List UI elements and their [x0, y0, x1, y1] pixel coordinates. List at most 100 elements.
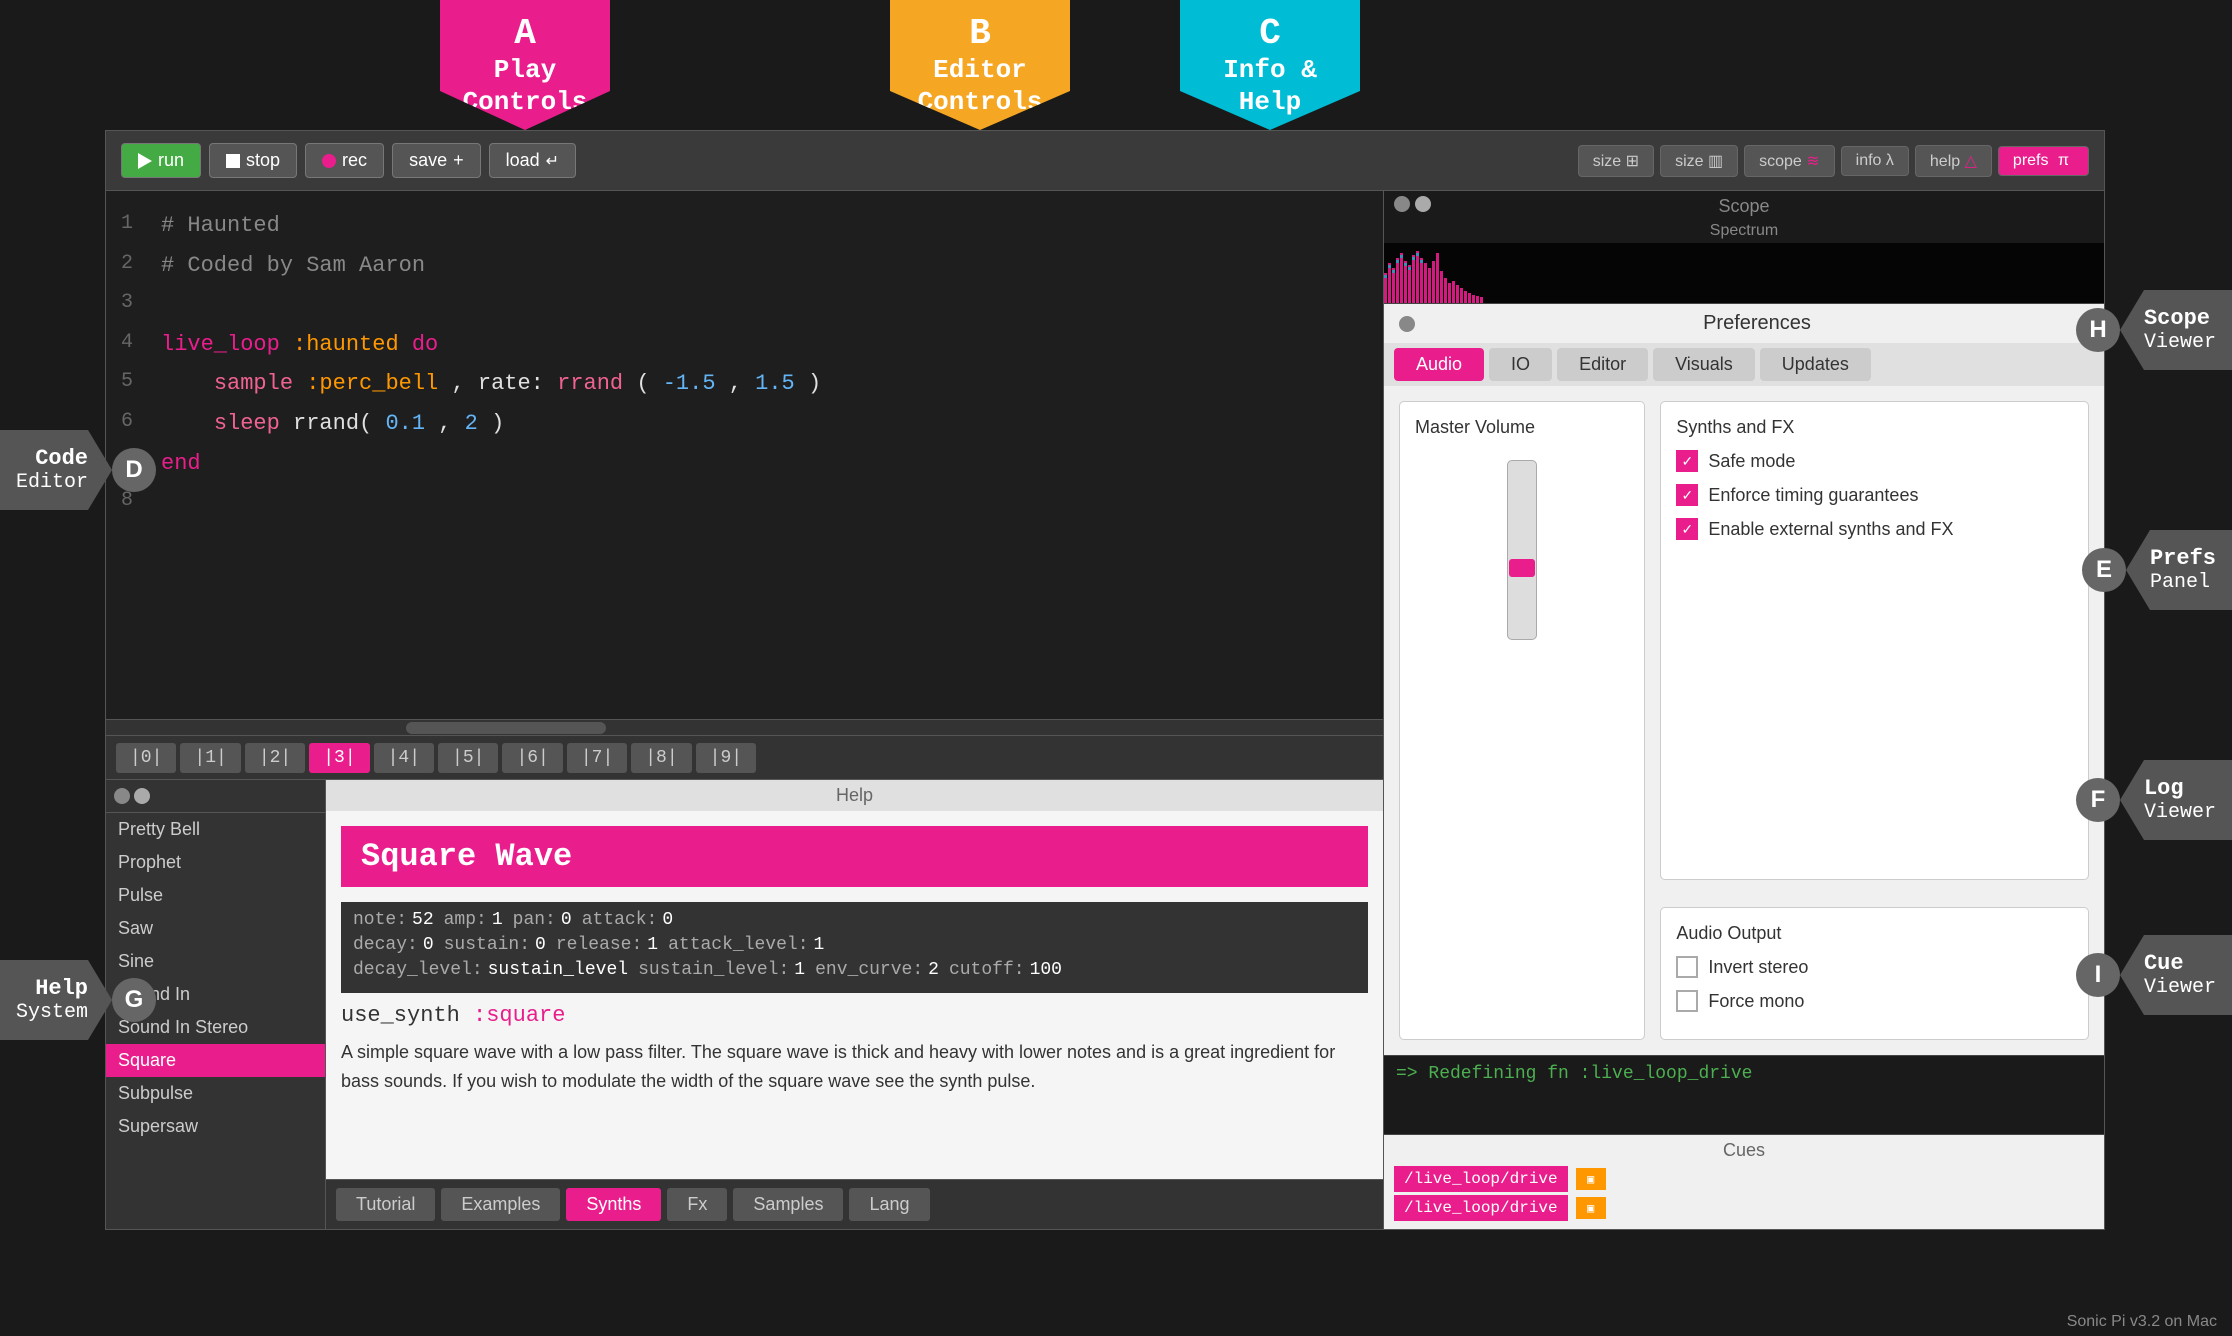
code-area[interactable]: 1 # Haunted 2 # Coded by Sam Aaron 3 4 l…	[106, 191, 1383, 719]
rec-button[interactable]: rec	[305, 143, 384, 178]
force-mono-checkbox[interactable]	[1676, 990, 1698, 1012]
right-panel: Scope Spectrum	[1384, 191, 2104, 1229]
code-editor: 1 # Haunted 2 # Coded by Sam Aaron 3 4 l…	[106, 191, 1384, 1229]
scope-viewer: Scope Spectrum	[1384, 191, 2104, 304]
toolbar: run stop rec save + load ↵ size ⊞ size ▥	[106, 131, 2104, 191]
code-scrollbar[interactable]	[106, 719, 1383, 735]
log-viewer: => Redefining fn :live_loop_drive	[1384, 1055, 2104, 1135]
master-volume-label: Master Volume	[1415, 417, 1629, 438]
scope-button[interactable]: scope ≋	[1744, 145, 1835, 177]
log-entry: => Redefining fn :live_loop_drive	[1396, 1064, 2092, 1084]
tab-2[interactable]: |2|	[245, 743, 305, 773]
tab-8[interactable]: |8|	[631, 743, 691, 773]
audio-output-label: Audio Output	[1676, 923, 2073, 944]
spectrum-label: Spectrum	[1384, 222, 2104, 243]
annotation-e: E Prefs Panel	[2082, 530, 2232, 610]
arrow-b: B EditorControls	[890, 0, 1070, 130]
annotation-d: Code Editor D	[0, 430, 156, 510]
prefs-tab-editor[interactable]: Editor	[1557, 348, 1648, 381]
load-icon: ↵	[546, 151, 559, 171]
help-tab-samples[interactable]: Samples	[733, 1188, 843, 1221]
volume-handle[interactable]	[1509, 559, 1535, 577]
version-text: Sonic Pi v3.2 on Mac	[2067, 1313, 2217, 1331]
external-synths-checkbox[interactable]	[1676, 518, 1698, 540]
scope-close-btn[interactable]	[1394, 196, 1410, 212]
tab-5[interactable]: |5|	[438, 743, 498, 773]
checkbox-safe-mode: Safe mode	[1676, 450, 2073, 472]
prefs-tab-updates[interactable]: Updates	[1760, 348, 1871, 381]
tab-6[interactable]: |6|	[502, 743, 562, 773]
rec-icon	[322, 154, 336, 168]
scope-min-btn[interactable]	[1415, 196, 1431, 212]
load-button[interactable]: load ↵	[489, 143, 576, 178]
arrow-a: A Play Controls	[240, 0, 610, 130]
tab-0[interactable]: |0|	[116, 743, 176, 773]
size-icon-1: ⊞	[1626, 153, 1639, 170]
tab-3[interactable]: |3|	[309, 743, 369, 773]
prefs-panel-header: Preferences	[1384, 304, 2104, 343]
close-btn[interactable]	[114, 788, 130, 804]
audio-output-section: Audio Output Invert stereo Force mono	[1660, 907, 2089, 1040]
params-row-1: note:52 amp:1 pan:0 attack:0	[353, 910, 1356, 930]
help-tab-lang[interactable]: Lang	[849, 1188, 929, 1221]
checkbox-external-synths: Enable external synths and FX	[1676, 518, 2073, 540]
prefs-tab-visuals[interactable]: Visuals	[1653, 348, 1755, 381]
help-item-supersaw[interactable]: Supersaw	[106, 1110, 325, 1143]
help-item-square[interactable]: Square	[106, 1044, 325, 1077]
tab-bar: |0| |1| |2| |3| |4| |5| |6| |7| |8| |9|	[106, 735, 1383, 779]
safe-mode-checkbox[interactable]	[1676, 450, 1698, 472]
toolbar-right: size ⊞ size ▥ scope ≋ info λ help △ pref…	[1578, 145, 2089, 177]
help-bottom-tabs: Tutorial Examples Synths Fx Samples Lang	[326, 1179, 1383, 1229]
help-params-table: note:52 amp:1 pan:0 attack:0 decay:0 sus…	[341, 902, 1368, 993]
size-btn-1[interactable]: size ⊞	[1578, 145, 1654, 177]
help-tab-fx[interactable]: Fx	[667, 1188, 727, 1221]
code-line-4: 4 live_loop :haunted do	[121, 325, 1368, 365]
prefs-button[interactable]: prefs π	[1998, 146, 2089, 176]
help-item-subpulse[interactable]: Subpulse	[106, 1077, 325, 1110]
tab-4[interactable]: |4|	[374, 743, 434, 773]
minimize-btn[interactable]	[134, 788, 150, 804]
help-item-saw[interactable]: Saw	[106, 912, 325, 945]
volume-slider[interactable]	[1507, 460, 1537, 640]
prefs-title: Preferences	[1425, 312, 2089, 335]
help-tab-examples[interactable]: Examples	[441, 1188, 560, 1221]
code-line-1: 1 # Haunted	[121, 206, 1368, 246]
prefs-icon: π	[2053, 150, 2074, 171]
help-item-prophet[interactable]: Prophet	[106, 846, 325, 879]
app-window: run stop rec save + load ↵ size ⊞ size ▥	[105, 130, 2105, 1230]
stop-button[interactable]: stop	[209, 143, 297, 178]
prefs-tab-audio[interactable]: Audio	[1394, 348, 1484, 381]
cue-text-1: /live_loop/drive	[1394, 1166, 1568, 1192]
timing-checkbox[interactable]	[1676, 484, 1698, 506]
cue-header: Cues	[1394, 1140, 2094, 1161]
annotation-h: H Scope Viewer	[2076, 290, 2232, 370]
help-button[interactable]: help △	[1915, 145, 1992, 177]
help-item-pulse[interactable]: Pulse	[106, 879, 325, 912]
run-button[interactable]: run	[121, 143, 201, 178]
arrow-c: C Info &Help	[1180, 0, 1360, 130]
prefs-close-btn[interactable]	[1399, 316, 1415, 332]
code-line-2: 2 # Coded by Sam Aaron	[121, 246, 1368, 286]
save-button[interactable]: save +	[392, 143, 481, 178]
tab-9[interactable]: |9|	[696, 743, 756, 773]
prefs-content: Master Volume Synths and FX	[1384, 386, 2104, 1055]
size-btn-2[interactable]: size ▥	[1660, 145, 1738, 177]
cue-icon-2: ▣	[1576, 1197, 1606, 1219]
invert-stereo-checkbox[interactable]	[1676, 956, 1698, 978]
help-tab-tutorial[interactable]: Tutorial	[336, 1188, 435, 1221]
info-button[interactable]: info λ	[1841, 146, 1909, 176]
checkbox-force-mono: Force mono	[1676, 990, 2073, 1012]
stop-icon	[226, 154, 240, 168]
help-tab-synths[interactable]: Synths	[566, 1188, 661, 1221]
help-sidebar-header	[106, 780, 325, 813]
tab-7[interactable]: |7|	[567, 743, 627, 773]
prefs-close-dot[interactable]	[1399, 316, 1415, 332]
prefs-tab-io[interactable]: IO	[1489, 348, 1552, 381]
help-content[interactable]: Square Wave note:52 amp:1 pan:0 attack:0	[326, 811, 1383, 1179]
help-item-prettybell[interactable]: Pretty Bell	[106, 813, 325, 846]
tab-1[interactable]: |1|	[180, 743, 240, 773]
help-main: Help Square Wave note:52 amp:1 pan:0	[326, 780, 1383, 1229]
right-prefs-sections: Synths and FX Safe mode Enforce timing g…	[1660, 401, 2089, 1040]
cue-text-2: /live_loop/drive	[1394, 1195, 1568, 1221]
scrollbar-thumb[interactable]	[406, 722, 606, 734]
